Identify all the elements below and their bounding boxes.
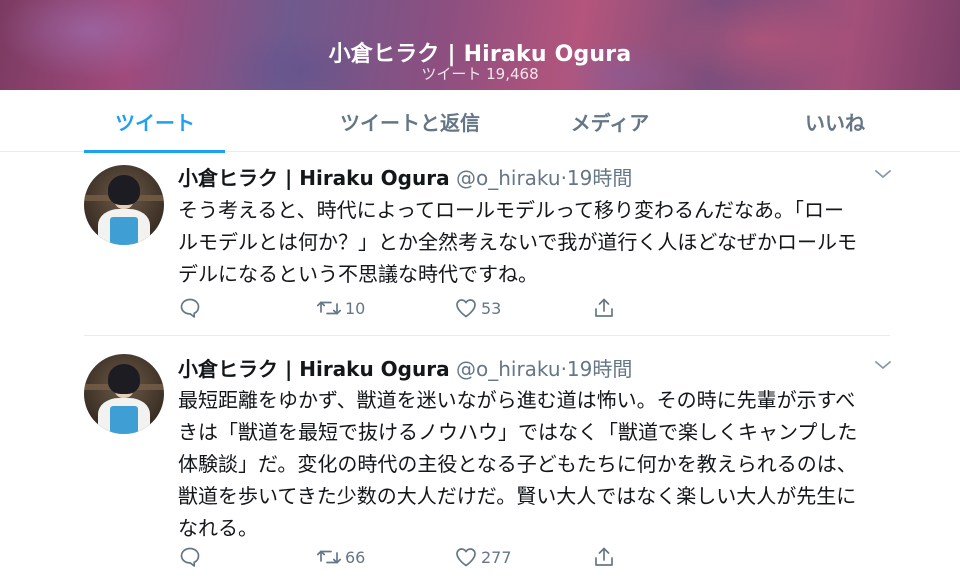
chevron-down-icon[interactable] (874, 356, 892, 374)
heart-icon (454, 296, 478, 320)
tweet-time[interactable]: 19時間 (567, 357, 632, 381)
tweet-text-line: そう考えると、時代によってロールモデルって移り変わるんだなあ。「ロー (178, 198, 844, 222)
tab-tweets-label: ツイート (115, 110, 195, 135)
tweet-header: 小倉ヒラク | Hiraku Ogura @o_hiraku·19時間 (178, 353, 632, 382)
retweet-icon (316, 545, 342, 569)
tab-tweets-and-replies[interactable]: ツイートと返信 (310, 90, 510, 152)
author-name[interactable]: 小倉ヒラク | Hiraku Ogura (178, 166, 450, 190)
share-button[interactable] (592, 294, 616, 322)
reply-button[interactable] (178, 543, 202, 571)
tab-likes[interactable]: いいね (710, 90, 960, 152)
reply-button[interactable] (178, 294, 202, 322)
tweet-text-line: きは「獣道を最短で抜けるノウハウ」ではなく「獣道で楽しくキャンプした (178, 420, 858, 444)
like-count: 277 (481, 547, 512, 567)
tweet-actions: 10 53 (178, 294, 628, 322)
tweet-count: ツイート 19,468 (421, 65, 539, 83)
retweet-count: 66 (345, 547, 366, 567)
tab-media-label: メディア (570, 110, 650, 135)
share-icon (592, 545, 616, 569)
tweet-text-line: なれる。 (178, 516, 258, 540)
tweet-time[interactable]: 19時間 (567, 166, 632, 190)
avatar[interactable] (84, 165, 164, 245)
tweet-text-line: 体験談」だ。変化の時代の主役となる子どもたちに何かを教えられるのは、 (178, 452, 857, 476)
retweet-count: 10 (345, 298, 366, 318)
like-count: 53 (481, 298, 502, 318)
tab-media[interactable]: メディア (510, 90, 710, 152)
tweet-text-line: デルになるという不思議な時代ですね。 (178, 262, 538, 286)
profile-header-banner: 小倉ヒラク | Hiraku Ogura ツイート 19,468 (0, 0, 960, 90)
like-button[interactable]: 53 (454, 294, 501, 322)
tweet-text-line: 獣道を歩いてきた少数の大人だけだ。賢い大人ではなく楽しい大人が先生に (178, 484, 857, 508)
tweet[interactable]: 小倉ヒラク | Hiraku Ogura @o_hiraku·19時間 最短距離… (0, 336, 960, 586)
avatar[interactable] (84, 354, 164, 434)
tab-tweets[interactable]: ツイート (0, 90, 310, 153)
retweet-icon (316, 296, 342, 320)
tweet[interactable]: 小倉ヒラク | Hiraku Ogura @o_hiraku·19時間 そう考え… (0, 152, 960, 335)
tab-likes-label: いいね (805, 110, 865, 135)
retweet-button[interactable]: 10 (316, 294, 365, 322)
like-button[interactable]: 277 (454, 543, 512, 571)
reply-icon (178, 545, 202, 569)
retweet-button[interactable]: 66 (316, 543, 365, 571)
tweet-text-line: ルモデルとは何か？」とか全然考えないで我が道行く人ほどなぜかロールモ (178, 230, 857, 254)
chevron-down-icon[interactable] (874, 165, 892, 183)
author-handle[interactable]: @o_hiraku (456, 357, 561, 381)
tweet-text-line: 最短距離をゆかず、獣道を迷いながら進む道は怖い。その時に先輩が示すべ (178, 388, 856, 412)
profile-tabs: ツイート ツイートと返信 メディア いいね (0, 90, 960, 153)
tweet-text: 最短距離をゆかず、獣道を迷いながら進む道は怖い。その時に先輩が示すべ きは「獣道… (178, 384, 898, 544)
tab-tweets-and-replies-label: ツイートと返信 (340, 110, 480, 135)
tweet-text: そう考えると、時代によってロールモデルって移り変わるんだなあ。「ロー ルモデルと… (178, 194, 898, 290)
reply-icon (178, 296, 202, 320)
tweet-header: 小倉ヒラク | Hiraku Ogura @o_hiraku·19時間 (178, 162, 632, 191)
author-handle[interactable]: @o_hiraku (456, 166, 561, 190)
tweet-actions: 66 277 (178, 543, 628, 571)
share-icon (592, 296, 616, 320)
author-name[interactable]: 小倉ヒラク | Hiraku Ogura (178, 357, 450, 381)
share-button[interactable] (592, 543, 616, 571)
heart-icon (454, 545, 478, 569)
